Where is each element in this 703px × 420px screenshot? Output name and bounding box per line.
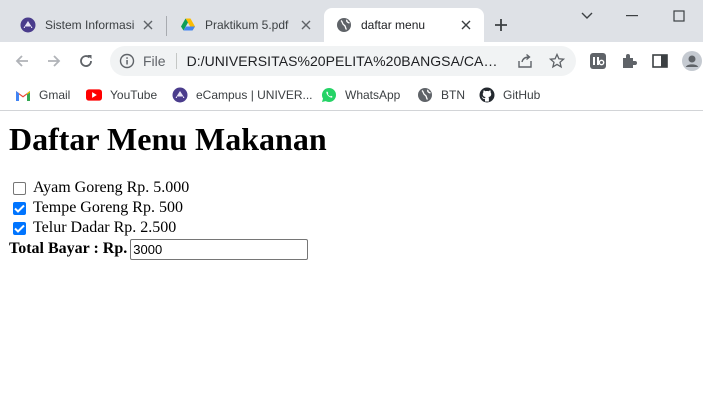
menu-item-telur-dadar[interactable]: Telur Dadar Rp. 2.500 [13, 218, 176, 238]
university-icon [20, 17, 36, 33]
info-icon[interactable] [119, 53, 135, 69]
share-icon[interactable] [516, 52, 534, 70]
address-bar[interactable]: File D:/UNIVERSITAS%20PELITA%20BANGSA/CA… [110, 46, 576, 76]
tab-strip: Sistem Informasi Praktikum 5.pdf - dafta… [0, 0, 703, 42]
bookmarks-bar: Gmail YouTube eCampus | UNIVER... WhatsA… [0, 80, 703, 111]
tab-praktikum-pdf[interactable]: Praktikum 5.pdf - [168, 8, 324, 42]
total-label: Total Bayar : Rp. [9, 240, 128, 257]
globe-icon [417, 87, 433, 103]
menu-item-label: Tempe Goreng Rp. 500 [33, 199, 183, 216]
checkbox-telur-dadar[interactable] [13, 221, 26, 235]
bookmark-label: GitHub [503, 88, 541, 102]
extensions-puzzle-icon[interactable] [619, 51, 639, 71]
bookmark-label: YouTube [110, 88, 158, 102]
bookmark-btn[interactable]: BTN [417, 85, 465, 105]
star-icon[interactable] [548, 52, 566, 70]
close-icon[interactable] [298, 17, 314, 33]
total-row: Total Bayar : Rp. [9, 238, 309, 260]
browser-toolbar: File D:/UNIVERSITAS%20PELITA%20BANGSA/CA… [0, 42, 703, 80]
forward-arrow-icon[interactable] [43, 50, 65, 72]
github-icon [479, 87, 495, 103]
bookmark-label: BTN [441, 88, 465, 102]
checkbox-tempe-goreng[interactable] [13, 201, 26, 215]
maximize-icon[interactable] [669, 6, 689, 26]
profile-avatar-icon[interactable] [682, 51, 702, 71]
tab-separator [166, 16, 167, 36]
bookmark-label: eCampus | UNIVER... [196, 88, 313, 102]
checkbox-ayam-goreng[interactable] [13, 181, 26, 195]
bookmark-ecampus[interactable]: eCampus | UNIVER... [172, 85, 312, 105]
menu-item-tempe-goreng[interactable]: Tempe Goreng Rp. 500 [13, 198, 183, 218]
close-icon[interactable] [458, 17, 474, 33]
google-drive-icon [180, 17, 196, 33]
bookmark-whatsapp[interactable]: WhatsApp [321, 85, 400, 105]
university-icon [172, 87, 188, 103]
tab-title: Sistem Informasi [45, 18, 134, 32]
new-tab-button[interactable] [491, 15, 511, 35]
side-panel-icon[interactable] [650, 51, 670, 71]
reload-icon[interactable] [75, 50, 97, 72]
whatsapp-icon [321, 87, 337, 103]
url-text[interactable]: D:/UNIVERSITAS%20PELITA%20BANGSA/CAMPUS/… [187, 53, 509, 69]
bookmark-label: Gmail [39, 88, 71, 102]
tab-daftar-menu[interactable]: daftar menu [324, 8, 484, 42]
url-scheme-label: File [143, 53, 166, 69]
tab-title: Praktikum 5.pdf - [205, 18, 292, 32]
tab-sistem-informasi[interactable]: Sistem Informasi [8, 8, 166, 42]
bookmark-youtube[interactable]: YouTube [86, 85, 157, 105]
menu-item-label: Telur Dadar Rp. 2.500 [33, 219, 177, 236]
bookmark-label: WhatsApp [345, 88, 401, 102]
globe-icon [336, 17, 352, 33]
close-icon[interactable] [140, 17, 156, 33]
menu-item-ayam-goreng[interactable]: Ayam Goreng Rp. 5.000 [13, 178, 189, 198]
tab-search-chevron-down-icon[interactable] [577, 6, 597, 26]
page-content: Daftar Menu Makanan Ayam Goreng Rp. 5.00… [0, 112, 703, 420]
gmail-icon [15, 87, 31, 103]
extension-tb-icon[interactable] [588, 51, 608, 71]
tab-title: daftar menu [361, 18, 426, 32]
bookmark-gmail[interactable]: Gmail [15, 85, 70, 105]
bookmark-github[interactable]: GitHub [479, 85, 540, 105]
omnibox-divider [175, 53, 177, 69]
checkmark-icon [14, 204, 25, 213]
back-arrow-icon[interactable] [11, 50, 33, 72]
total-input[interactable] [130, 238, 309, 260]
page-title: Daftar Menu Makanan [9, 121, 327, 157]
menu-item-label: Ayam Goreng Rp. 5.000 [33, 179, 190, 196]
checkmark-icon [14, 224, 25, 233]
minimize-icon[interactable] [622, 6, 642, 26]
youtube-icon [86, 87, 102, 103]
